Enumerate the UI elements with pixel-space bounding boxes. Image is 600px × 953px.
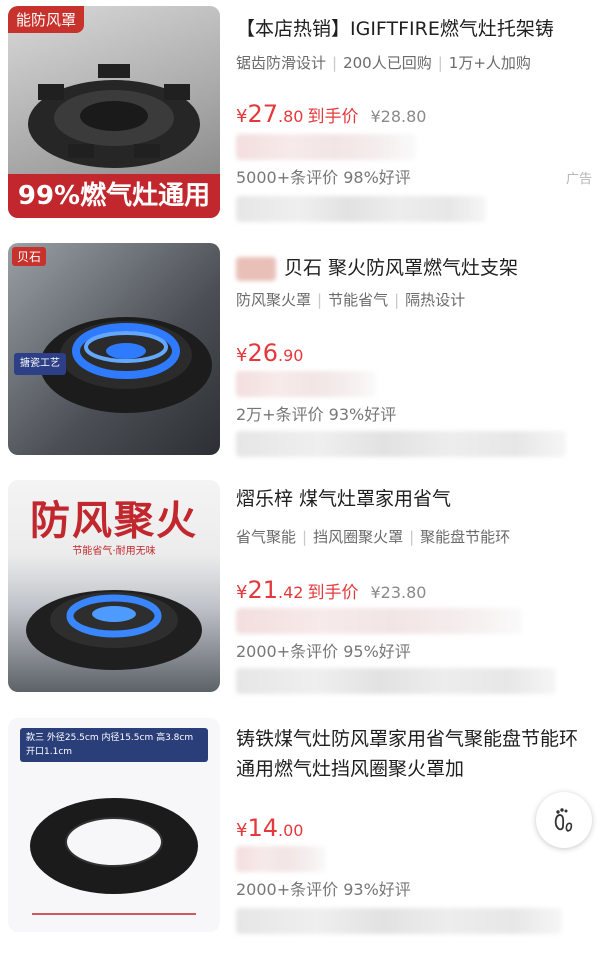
product-card[interactable]: 款三 外径25.5cm 内径15.5cm 高3.8cm 开口1.1cm 铸铁煤气… xyxy=(0,710,600,953)
tag: 隔热设计 xyxy=(405,291,466,309)
review-summary: 2000+条评价 93%好评 xyxy=(236,880,411,899)
blurred-shop xyxy=(236,668,556,694)
price-dec: .42 xyxy=(278,583,304,602)
price-int: 27 xyxy=(247,100,278,128)
divider: | xyxy=(317,291,323,309)
price: ¥27.80 xyxy=(236,100,303,128)
ad-label: 广告 xyxy=(565,172,592,187)
tag: 锯齿防滑设计 xyxy=(236,54,327,72)
price-int: 14 xyxy=(247,814,278,842)
tag: 1万+人加购 xyxy=(448,54,531,72)
flame-illustration xyxy=(26,590,202,670)
product-title[interactable]: 贝石 聚火防风罩燃气灶支架 xyxy=(284,253,592,283)
price: ¥14.00 xyxy=(236,814,303,842)
blurred-shop xyxy=(236,431,566,457)
product-tags: 锯齿防滑设计 | 200人已回购 | 1万+人加购 xyxy=(236,52,531,73)
divider: | xyxy=(409,528,415,546)
currency: ¥ xyxy=(236,106,248,127)
deal-label: 到手价 xyxy=(307,107,359,127)
browse-history-button[interactable] xyxy=(536,792,592,848)
price: ¥21.42 xyxy=(236,576,303,604)
product-title[interactable]: 熠乐梓 煤气灶罩家用省气 xyxy=(236,484,592,514)
feature-tag: 搪瓷工艺 xyxy=(14,353,66,375)
review-summary: 2万+条评价 93%好评 xyxy=(236,405,397,424)
tag: 挡风圈聚火罩 xyxy=(313,528,404,546)
product-title[interactable]: 【本店热销】IGIFTFIRE燃气灶托架铸 xyxy=(236,14,592,44)
tag: 200人已回购 xyxy=(343,54,432,72)
tag: 省气聚能 xyxy=(236,528,297,546)
currency: ¥ xyxy=(236,582,248,603)
original-price: ¥28.80 xyxy=(370,107,427,126)
price-row: ¥27.80 到手价 ¥28.80 xyxy=(236,100,426,128)
product-tags: 防风聚火罩 | 节能省气 | 隔热设计 xyxy=(236,289,465,310)
product-title[interactable]: 铸铁煤气灶防风罩家用省气聚能盘节能环通用燃气灶挡风圈聚火罩加 xyxy=(236,724,592,788)
product-image[interactable]: 款三 外径25.5cm 内径15.5cm 高3.8cm 开口1.1cm xyxy=(8,718,220,932)
flame-illustration xyxy=(40,317,212,413)
divider: | xyxy=(437,54,443,72)
brand-logo: 贝石 xyxy=(12,247,47,266)
divider: | xyxy=(332,54,338,72)
price-dec: .00 xyxy=(278,821,304,840)
price-row: ¥21.42 到手价 ¥23.80 xyxy=(236,576,426,604)
currency: ¥ xyxy=(236,820,248,841)
price-dec: .80 xyxy=(278,107,304,126)
tag: 防风聚火罩 xyxy=(236,291,312,309)
price-int: 26 xyxy=(247,339,278,367)
product-tags: 省气聚能 | 挡风圈聚火罩 | 聚能盘节能环 xyxy=(236,526,510,547)
product-image[interactable]: 贝石 搪瓷工艺 xyxy=(8,243,220,455)
badge: 能防风罩 xyxy=(8,6,85,33)
review-summary: 5000+条评价 98%好评 xyxy=(236,168,411,187)
price: ¥26.90 xyxy=(236,339,303,367)
price-int: 21 xyxy=(247,576,278,604)
product-card[interactable]: 贝石 搪瓷工艺 贝石 聚火防风罩燃气灶支架 防风聚火罩 | 节能省气 | 隔热设计 ¥2… xyxy=(0,235,600,460)
currency: ¥ xyxy=(236,345,248,366)
tag: 聚能盘节能环 xyxy=(420,528,511,546)
deal-label: 到手价 xyxy=(307,583,359,603)
blurred-brand xyxy=(236,257,276,281)
divider: | xyxy=(394,291,400,309)
blurred-shop xyxy=(236,196,486,222)
divider: | xyxy=(302,528,308,546)
blurred-info xyxy=(236,371,376,397)
tag: 节能省气 xyxy=(328,291,389,309)
product-card[interactable]: 防风聚火 节能省气·耐用无味 熠乐梓 煤气灶罩家用省气 省气聚能 | 挡风圈聚火罩 |… xyxy=(0,472,600,697)
price-row: ¥14.00 xyxy=(236,814,303,842)
product-card[interactable]: 能防风罩 99%燃气灶通用 【本店热销】IGIFTFIRE燃气灶托架铸 锯齿防滑… xyxy=(0,0,600,225)
price-row: ¥26.90 xyxy=(236,339,303,367)
ring-illustration xyxy=(30,798,198,915)
blurred-shop xyxy=(236,908,562,934)
blurred-info xyxy=(236,608,522,634)
product-image[interactable]: 防风聚火 节能省气·耐用无味 xyxy=(8,480,220,692)
blurred-info xyxy=(236,846,326,872)
review-summary: 2000+条评价 95%好评 xyxy=(236,642,411,661)
footprint-icon xyxy=(554,808,573,832)
blurred-info xyxy=(236,134,416,160)
price-dec: .90 xyxy=(278,346,304,365)
original-price: ¥23.80 xyxy=(370,583,427,602)
product-image[interactable]: 能防风罩 99%燃气灶通用 xyxy=(8,6,220,218)
promo-banner: 99%燃气灶通用 xyxy=(8,174,220,218)
